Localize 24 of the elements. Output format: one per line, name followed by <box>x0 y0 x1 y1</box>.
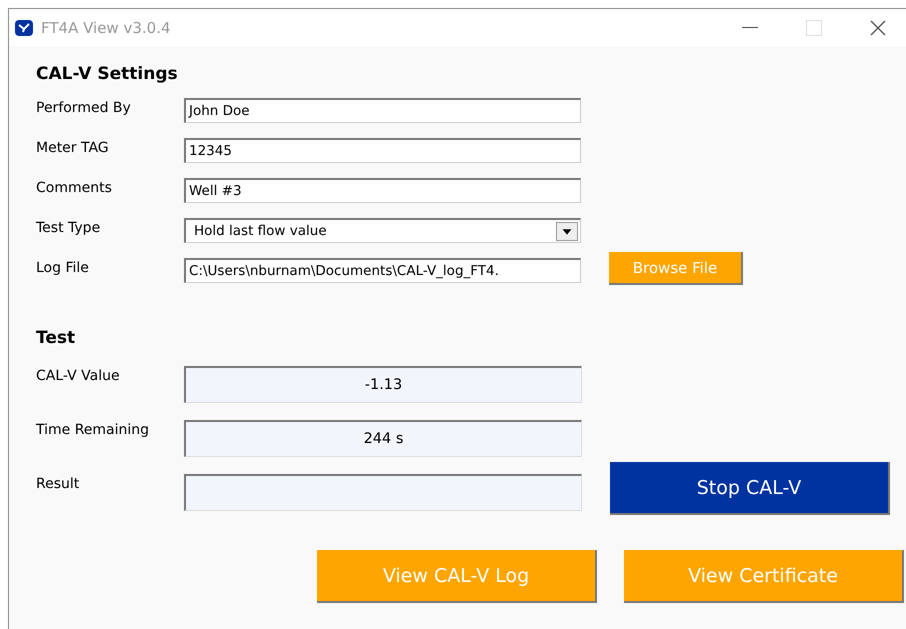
field-label: Comments <box>36 180 113 196</box>
field-label: Test Type <box>36 220 102 236</box>
input-field[interactable]: John Doe <box>184 98 581 123</box>
field-label: Performed By <box>36 100 132 116</box>
field-label: CAL-V Value <box>36 368 121 384</box>
dropdown[interactable]: Hold last flow value <box>184 218 581 243</box>
input-field[interactable]: C:\Users\nburnam\Documents\CAL-V_log_FT4. <box>184 258 581 283</box>
field-label: Log File <box>36 260 90 276</box>
caret-icon <box>556 222 578 240</box>
close-icon <box>870 20 886 36</box>
field-label: Time Remaining <box>36 422 150 438</box>
readout-field: -1.13 <box>184 366 582 403</box>
maximize-icon <box>806 20 822 36</box>
section-heading: Test <box>36 328 76 350</box>
readout-field: 244 s <box>184 420 582 457</box>
field-label: Meter TAG <box>36 140 110 156</box>
window-title: FT4A View v3.0.4 <box>41 18 172 36</box>
section-heading: CAL-V Settings <box>36 64 179 86</box>
field-label: Result <box>36 476 80 492</box>
app-logo-icon <box>15 20 33 36</box>
stop-button[interactable]: Stop CAL-V <box>610 462 890 515</box>
input-field[interactable]: Well #3 <box>184 178 581 203</box>
input-field[interactable]: 12345 <box>184 138 581 163</box>
minimize-icon <box>742 26 758 28</box>
